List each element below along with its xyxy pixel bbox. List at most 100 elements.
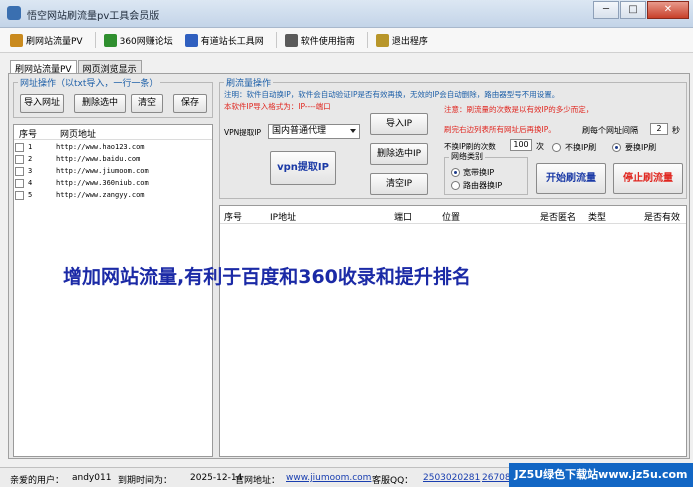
toolbar-label: 刷网站流量PV [26,36,83,47]
window-controls: ─ □ ✕ [592,1,689,19]
tools-icon [184,33,198,47]
toolbar-label: 有道站长工具网 [200,36,264,47]
interval-unit: 秒 [672,126,680,135]
change-ip-label: 要换IP刷 [625,143,657,152]
toolbar-separator [366,32,368,48]
list-item[interactable]: 3 http://www.jiumoom.com [14,166,212,178]
row-checkbox[interactable] [15,143,24,152]
column-header: IP地址 [270,213,297,223]
change-ip-radio[interactable] [612,143,621,152]
router-label: 路由器换IP [463,181,503,190]
column-header: 序号 [19,130,38,140]
start-button[interactable]: 开始刷流量 [536,163,606,194]
qq-label: 客服QQ： [372,476,414,486]
url-group-legend: 网址操作（以txt导入，一行一条） [18,76,161,89]
toolbar-item-tools[interactable]: 有道站长工具网 [184,33,264,47]
qq-link-1[interactable]: 2503020281 [423,473,480,483]
chevron-down-icon [350,129,356,133]
row-index: 1 [28,143,33,151]
expire-label: 到期时间为： [118,476,173,486]
router-radio[interactable] [451,181,460,190]
row-url: http://www.360niub.com [56,179,149,187]
column-header: 端口 [394,213,413,223]
exit-icon [375,33,389,47]
row-checkbox[interactable] [15,191,24,200]
toolbar-label: 360网赚论坛 [119,36,173,47]
traffic-group-legend: 刷流量操作 [224,76,274,89]
toolbar-item-guide[interactable]: 软件使用指南 [284,33,355,47]
site-label: 官网地址： [235,476,281,486]
guide-icon [284,33,298,47]
column-header: 类型 [588,213,607,223]
row-index: 2 [28,155,33,163]
site-link[interactable]: www.jiumoom.com [286,473,371,483]
row-checkbox[interactable] [15,167,24,176]
no-change-ip-label: 不换IP刷 [565,143,597,152]
row-url: http://www.baidu.com [56,155,141,163]
toolbar: 刷网站流量PV 360网赚论坛 有道站长工具网 软件使用指南 退出程序 [0,28,693,53]
note-times: 注意：刷流量的次数是以有效IP的多少而定， [444,105,594,114]
window-title: 悟空网站刷流量pv工具会员版 [27,11,160,22]
network-group: 网络类别 宽带换IP 路由器换IP [444,151,528,195]
vpn-label: VPN提取IP [224,128,261,137]
toolbar-item-traffic[interactable]: 刷网站流量PV [10,33,83,47]
vpn-select[interactable]: 国内普通代理 [268,124,360,139]
forum-icon [103,33,117,47]
toolbar-label: 软件使用指南 [300,36,355,47]
times-input[interactable]: 100 [510,139,532,151]
column-header: 序号 [224,213,243,223]
note-import-format: 本软件IP导入格式为：IP----端口 [224,102,331,111]
maximize-button[interactable]: □ [620,1,646,19]
title-bar: 悟空网站刷流量pv工具会员版 ─ □ ✕ [0,0,693,28]
save-button[interactable]: 保存 [173,94,207,113]
row-checkbox[interactable] [15,155,24,164]
ip-table-header: 序号 IP地址 端口 位置 是否匿名 类型 是否有效 [220,206,686,224]
url-list-header: 序号 网页地址 [14,125,212,140]
close-button[interactable]: ✕ [647,1,689,19]
toolbar-item-exit[interactable]: 退出程序 [375,33,428,47]
qq-link-2[interactable]: 26708 [482,473,511,483]
promo-banner-text: 增加网站流量,有利于百度和360收录和提升排名 [63,266,471,288]
pen-icon [10,33,23,47]
column-header: 是否匿名 [540,213,577,223]
import-ip-button[interactable]: 导入IP [370,113,428,135]
clear-button[interactable]: 清空 [131,94,163,113]
broadband-label: 宽带换IP [463,168,495,177]
tab-browser[interactable]: 网页浏览显示 [77,60,142,75]
interval-label: 刷每个网址间隔 [582,126,638,135]
toolbar-separator [275,32,277,48]
column-header: 位置 [442,213,461,223]
list-item[interactable]: 4 http://www.360niub.com [14,178,212,190]
vpn-fetch-ip-button[interactable]: vpn提取IP [270,151,336,185]
vpn-select-value: 国内普通代理 [272,126,327,136]
toolbar-item-forum[interactable]: 360网赚论坛 [103,33,173,47]
ip-table[interactable]: 序号 IP地址 端口 位置 是否匿名 类型 是否有效 [219,205,687,457]
traffic-group: 刷流量操作 注明：软件自动换IP，软件会自动验证IP是否有效再换，无效的IP会自… [219,76,687,199]
delete-selected-button[interactable]: 删除选中 [74,94,126,113]
delete-selected-ip-button[interactable]: 删除选中IP [370,143,428,165]
column-header: 网页地址 [60,130,97,140]
row-checkbox[interactable] [15,179,24,188]
row-url: http://www.hao123.com [56,143,145,151]
import-url-button[interactable]: 导入网址 [20,94,64,113]
user-label: 亲爱的用户： [10,476,65,486]
row-url: http://www.zangyy.com [56,191,145,199]
list-item[interactable]: 1 http://www.hao123.com [14,142,212,154]
stop-button[interactable]: 停止刷流量 [613,163,683,194]
clear-ip-button[interactable]: 清空IP [370,173,428,195]
watermark: JZ5U绿色下载站www.jz5u.com [509,463,693,487]
toolbar-separator [94,32,96,48]
row-index: 3 [28,167,33,175]
broadband-radio[interactable] [451,168,460,177]
no-change-ip-radio[interactable] [552,143,561,152]
row-index: 4 [28,179,33,187]
column-header: 是否有效 [644,213,681,223]
url-group: 网址操作（以txt导入，一行一条） 导入网址 删除选中 清空 保存 [13,76,213,118]
minimize-button[interactable]: ─ [593,1,619,19]
list-item[interactable]: 5 http://www.zangyy.com [14,190,212,202]
url-list[interactable]: 序号 网页地址 1 http://www.hao123.com 2 http:/… [13,124,213,457]
interval-input[interactable]: 2 [650,123,668,135]
user-value: andy011 [72,473,112,483]
list-item[interactable]: 2 http://www.baidu.com [14,154,212,166]
network-group-legend: 网络类别 [449,151,485,162]
